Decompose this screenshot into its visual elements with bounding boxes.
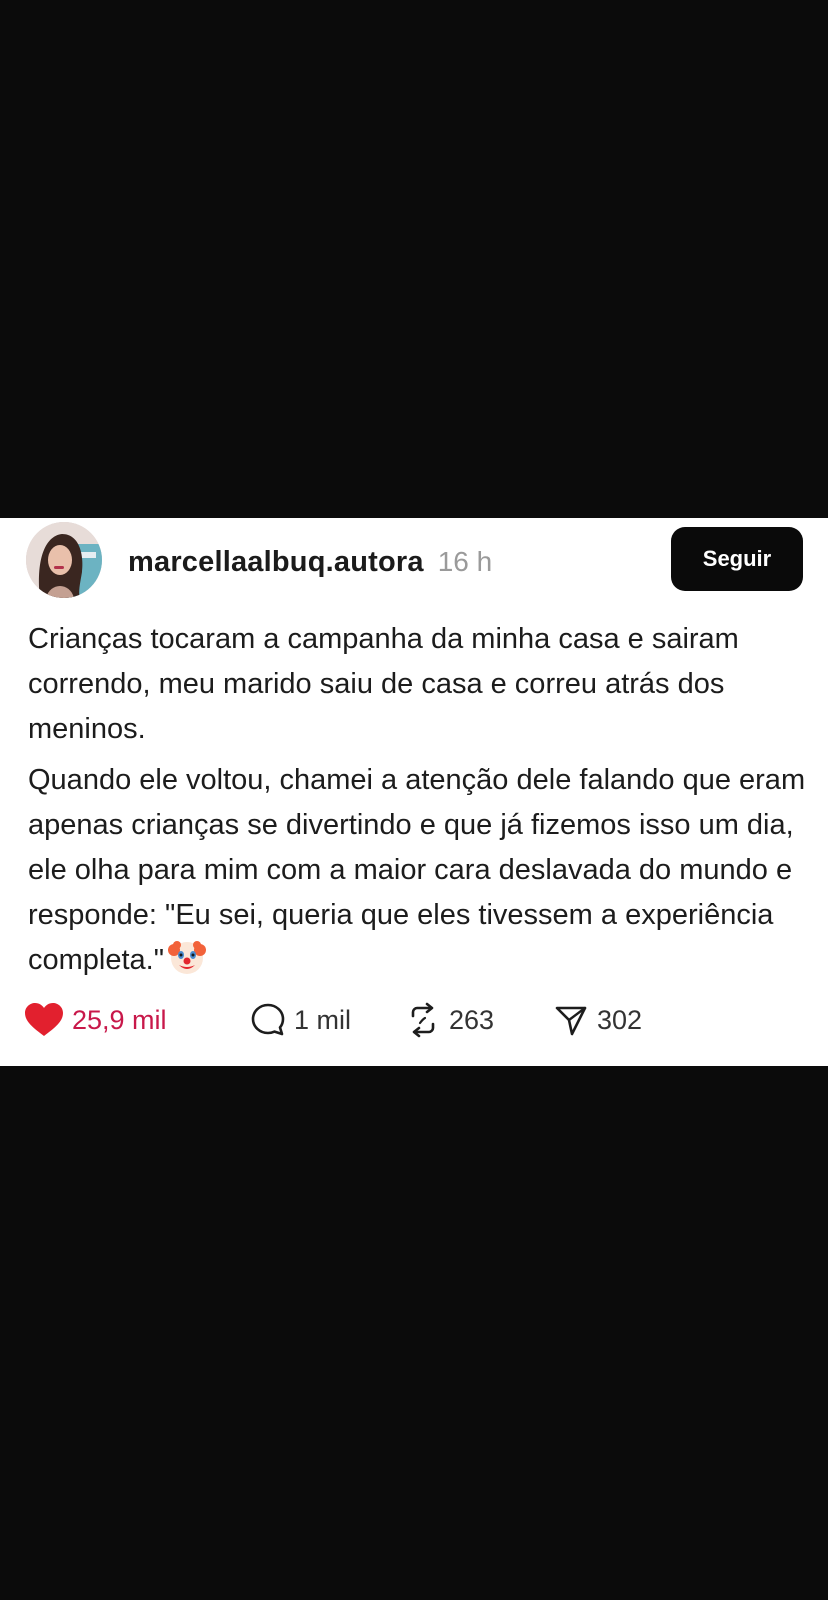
like-button[interactable]: 25,9 mil [24,1002,224,1038]
post-timestamp: 16 h [437,546,493,577]
share-count: 302 [597,1004,643,1035]
heart-icon [25,1003,63,1036]
post-body: Crianças tocaram a campanha da minha cas… [28,617,808,983]
repost-icon [411,1002,435,1038]
comment-icon [251,1003,285,1036]
follow-button[interactable]: Seguir [671,527,803,591]
avatar[interactable] [26,522,102,598]
post-paragraph-with-emoji: Quando ele voltou, chamei a atenção dele… [28,758,808,983]
comment-count: 1 mil [294,1004,352,1035]
repost-button[interactable]: 263 [405,1002,553,1038]
post-paragraph: Quando ele voltou, chamei a atenção dele… [28,764,806,976]
like-count: 25,9 mil [72,1004,167,1035]
clown-emoji [168,938,207,976]
comment-button[interactable]: 1 mil [250,1002,405,1038]
post-paragraph: Crianças tocaram a campanha da minha cas… [28,623,739,745]
share-icon [555,1006,587,1036]
repost-count: 263 [449,1004,495,1035]
avatar-image [26,522,102,598]
username[interactable]: marcellaalbuq.autora [128,546,424,579]
share-button[interactable]: 302 [553,1002,673,1038]
post-actions: 25,9 mil 1 mil 263 302 [24,998,673,1042]
post-header: marcellaalbuq.autora 16 h [128,542,492,582]
